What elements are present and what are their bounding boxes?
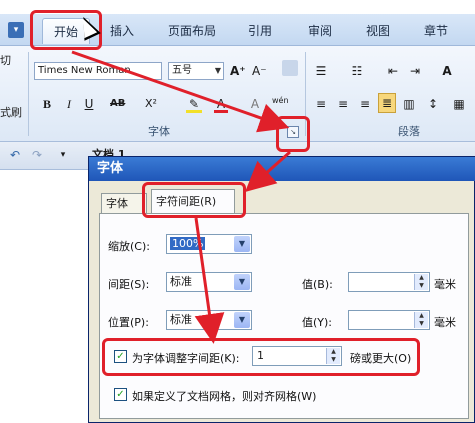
arrow-launcher-to-tab [245, 150, 291, 192]
screenshot: ▾ 开始 插入 页面布局 引用 审阅 视图 章节 切 式刷 Times New … [0, 0, 475, 423]
annotation-arrows [71, 50, 291, 344]
arrow-tab-to-kerning [194, 217, 225, 344]
arrow-home-to-launcher [71, 50, 290, 133]
